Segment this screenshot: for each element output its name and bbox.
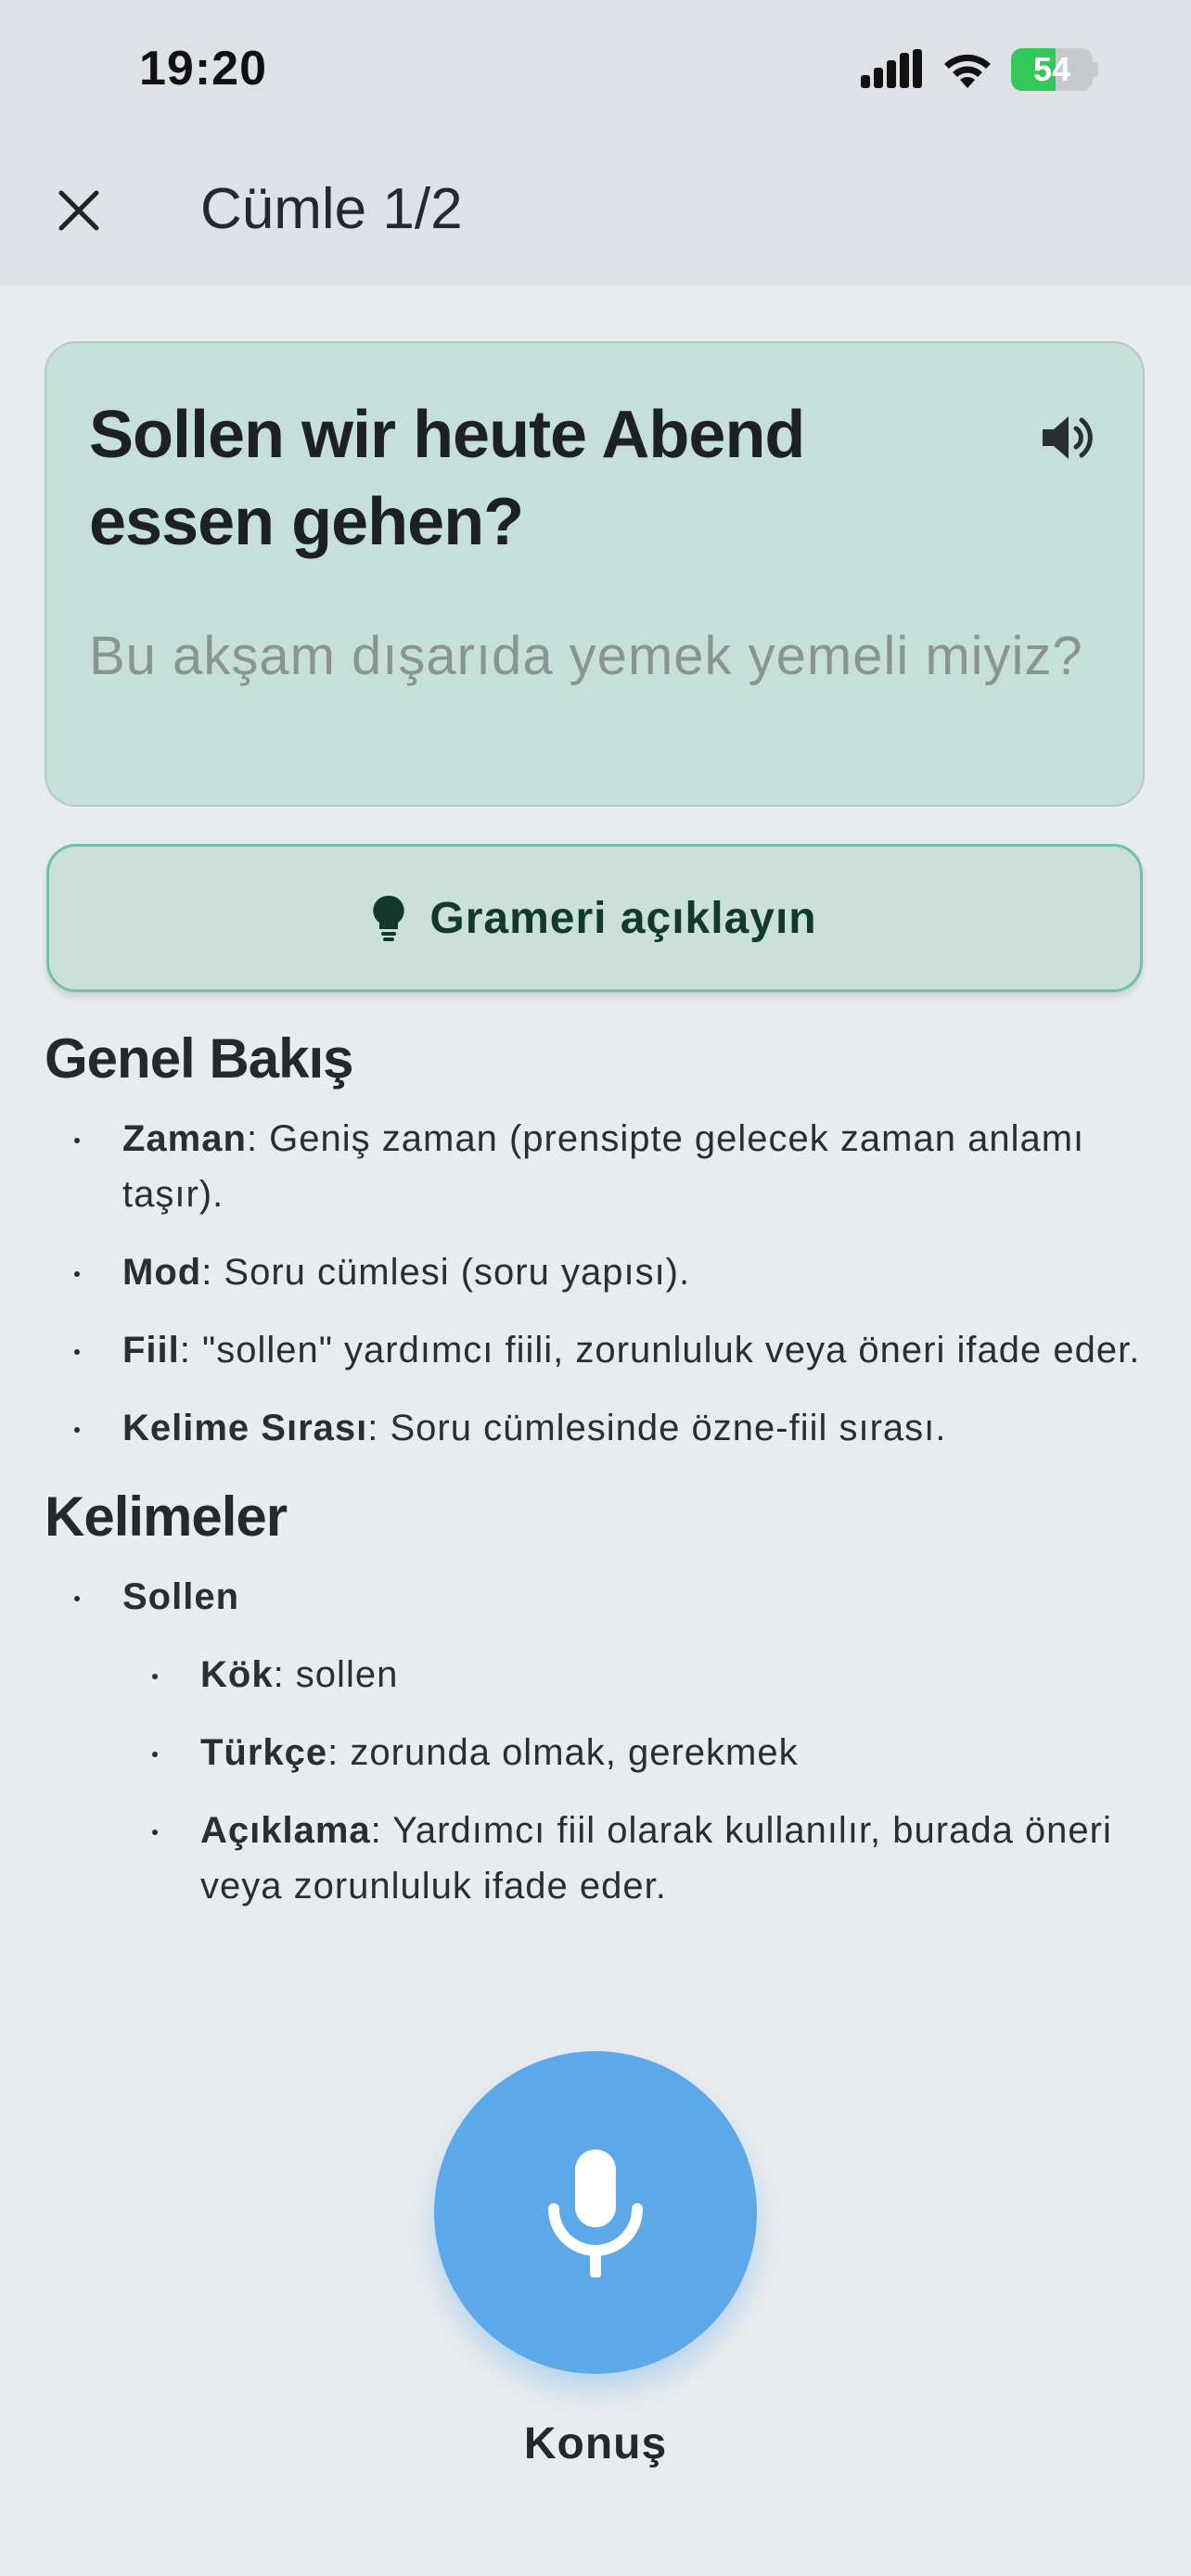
words-title: Kelimeler: [45, 1486, 288, 1548]
speaker-icon: [1043, 416, 1093, 459]
item-desc: : Geniş zaman (prensipte gelecek zaman a…: [122, 1118, 1085, 1215]
list-item: Sollen: [45, 1569, 1148, 1625]
play-audio-button[interactable]: [1035, 406, 1098, 469]
item-desc: : Soru cümlesinde özne-fiil sırası.: [367, 1408, 947, 1448]
scroll-fade: [45, 1910, 1148, 1947]
item-desc: : zorunda olmak, gerekmek: [327, 1732, 799, 1773]
list-item: Açıklama: Yardımcı fiil olarak kullanılı…: [45, 1803, 1148, 1914]
translation-text: Bu akşam dışarıda yemek yemeli miyiz?: [89, 626, 1083, 686]
word-name: Sollen: [122, 1576, 240, 1617]
item-term: Kelime Sırası: [122, 1408, 368, 1448]
list-item: Türkçe: zorunda olmak, gerekmek: [45, 1725, 1148, 1780]
status-time: 19:20: [139, 42, 267, 96]
status-bar: 19:20 54: [0, 0, 1191, 139]
close-icon: [58, 190, 99, 231]
list-item: Fiil: "sollen" yardımcı fiili, zorunlulu…: [45, 1322, 1148, 1378]
grammar-explanation[interactable]: Genel Bakış Zaman: Geniş zaman (prensipt…: [45, 1020, 1148, 1947]
item-term: Kök: [200, 1654, 274, 1695]
item-desc: : "sollen" yardımcı fiili, zorunluluk ve…: [179, 1330, 1141, 1371]
words-list: Sollen: [45, 1569, 1148, 1625]
lightbulb-icon: [373, 895, 405, 941]
list-item: Zaman: Geniş zaman (prensipte gelecek za…: [45, 1111, 1148, 1222]
item-term: Türkçe: [200, 1732, 328, 1773]
explain-grammar-label: Grameri açıklayın: [429, 893, 817, 943]
sentence-card: Sollen wir heute Abend essen gehen? Bu a…: [45, 341, 1145, 807]
battery-indicator: 54: [1011, 48, 1098, 91]
list-item: Mod: Soru cümlesi (soru yapısı).: [45, 1244, 1148, 1300]
overview-title: Genel Bakış: [45, 1027, 354, 1090]
item-term: Zaman: [122, 1118, 247, 1159]
item-term: Mod: [122, 1252, 202, 1293]
list-item: Kelime Sırası: Soru cümlesinde özne-fiil…: [45, 1400, 1148, 1456]
cellular-signal-icon: [861, 49, 922, 88]
close-button[interactable]: [50, 182, 108, 239]
status-icons: 54: [861, 46, 1098, 93]
item-desc: : Soru cümlesi (soru yapısı).: [201, 1252, 691, 1293]
wifi-icon: [944, 54, 991, 88]
app-header: Cümle 1/2: [0, 139, 1191, 286]
item-desc: : sollen: [273, 1654, 399, 1695]
microphone-icon: [548, 2149, 643, 2277]
battery-level: 54: [1032, 50, 1071, 88]
microphone-button[interactable]: [434, 2051, 757, 2374]
sentence-text: Sollen wir heute Abend essen gehen?: [89, 398, 805, 559]
page-title: Cümle 1/2: [200, 177, 463, 241]
list-item: Kök: sollen: [45, 1647, 1148, 1702]
item-term: Açıklama: [200, 1810, 371, 1851]
speak-label: Konuş: [523, 2419, 668, 2468]
overview-list: Zaman: Geniş zaman (prensipte gelecek za…: [45, 1111, 1148, 1456]
item-term: Fiil: [122, 1330, 180, 1371]
word-details-list: Kök: sollen Türkçe: zorunda olmak, gerek…: [45, 1647, 1148, 1914]
explain-grammar-button[interactable]: Grameri açıklayın: [46, 844, 1143, 992]
